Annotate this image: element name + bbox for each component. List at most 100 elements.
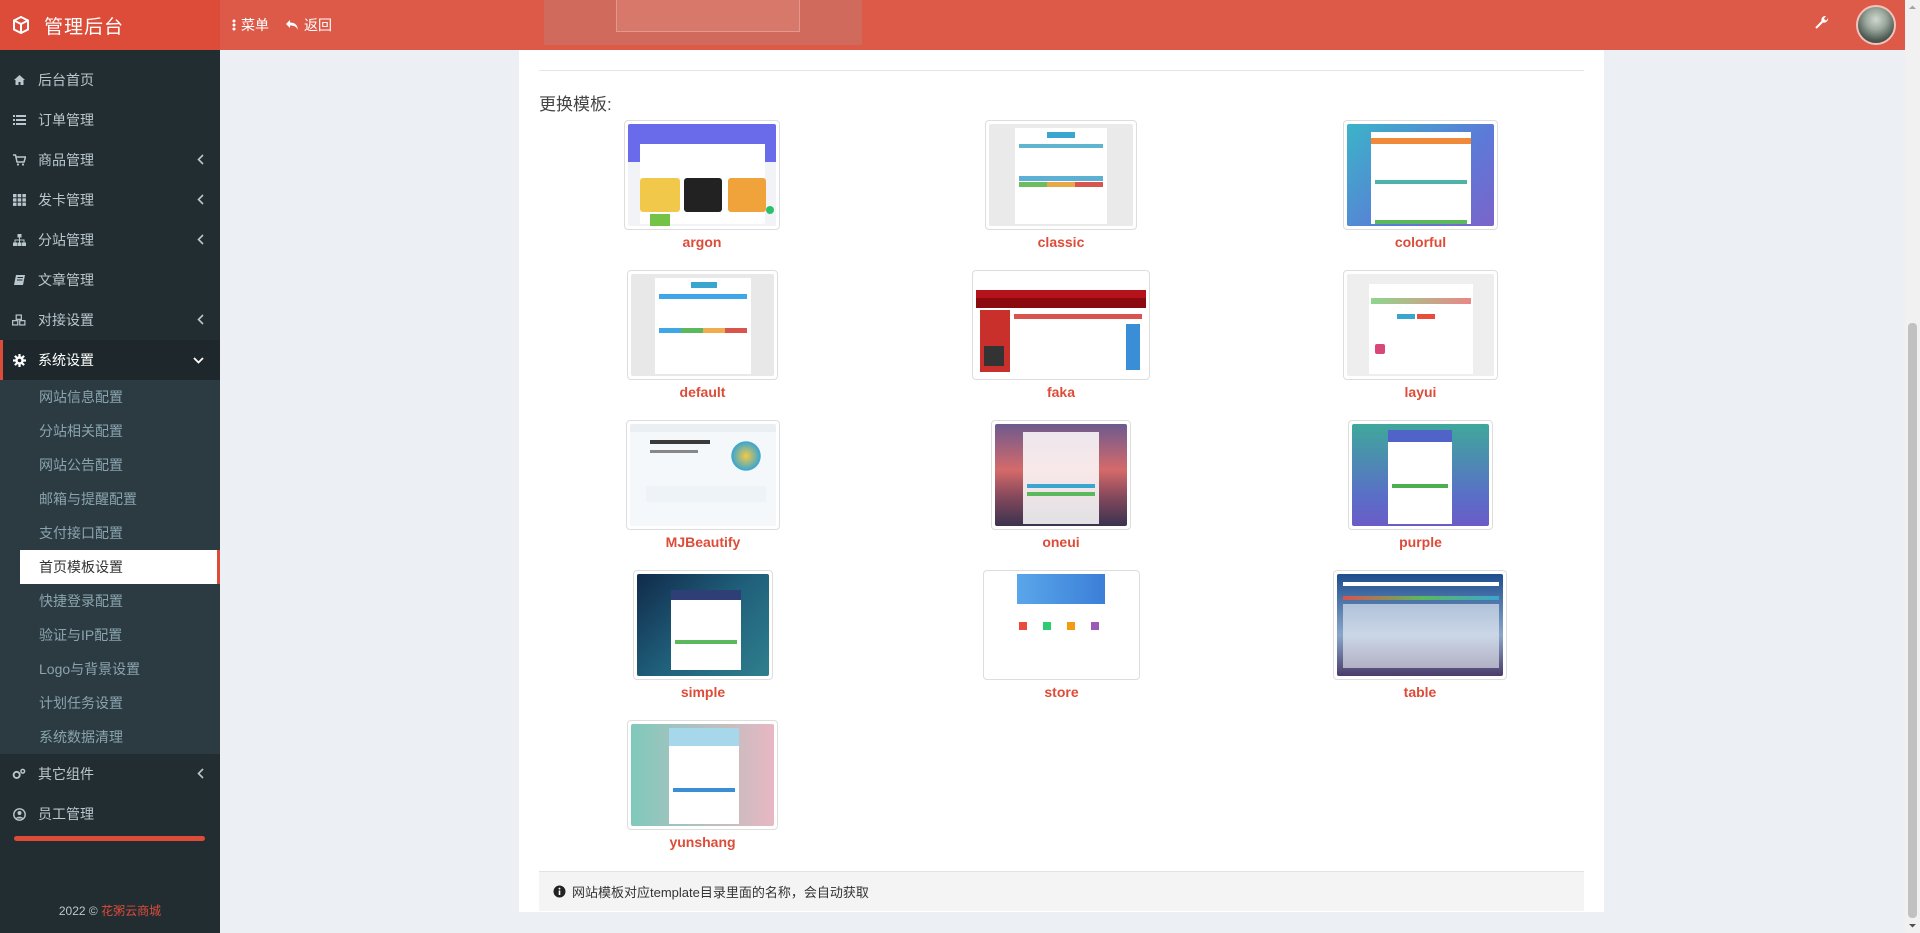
template-thumbnail[interactable] <box>1343 270 1498 380</box>
content-preview-box <box>616 0 800 32</box>
sidebar-item-label: 分站管理 <box>38 232 94 248</box>
sidebar: 后台首页 订单管理 商品管理 发卡管理 分站管理 文章管理 对接设置 系统设置 … <box>0 50 220 933</box>
template-thumbnail[interactable] <box>633 570 773 680</box>
brand-logo[interactable]: 管理后台 <box>0 0 220 50</box>
sidebar-item-label: 其它组件 <box>38 766 94 782</box>
avatar[interactable] <box>1856 5 1896 45</box>
system-settings-submenu: 网站信息配置 分站相关配置 网站公告配置 邮箱与提醒配置 支付接口配置 首页模板… <box>0 380 220 754</box>
template-name[interactable]: classic <box>985 234 1137 250</box>
submenu-item-quick-login[interactable]: 快捷登录配置 <box>20 584 220 618</box>
submenu-item-announcement[interactable]: 网站公告配置 <box>20 448 220 482</box>
template-colorful[interactable]: colorful <box>1343 120 1498 250</box>
template-default[interactable]: default <box>627 270 778 400</box>
template-yunshang[interactable]: yunshang <box>627 720 778 850</box>
template-name[interactable]: oneui <box>991 534 1131 550</box>
template-simple[interactable]: simple <box>633 570 773 700</box>
sidebar-item-label: 文章管理 <box>38 272 94 288</box>
template-thumbnail[interactable] <box>1348 420 1493 530</box>
template-name[interactable]: MJBeautify <box>626 534 780 550</box>
chevron-left-icon <box>197 314 204 325</box>
template-classic[interactable]: classic <box>985 120 1137 250</box>
template-thumbnail[interactable] <box>624 120 780 230</box>
submenu-item-data-cleanup[interactable]: 系统数据清理 <box>20 720 220 754</box>
sidebar-item-label: 后台首页 <box>38 72 94 88</box>
wrench-icon[interactable] <box>1814 15 1830 31</box>
sidebar-item-label: 系统设置 <box>38 352 94 368</box>
sidebar-item-staff[interactable]: 员工管理 <box>0 794 220 834</box>
sidebar-item-other-components[interactable]: 其它组件 <box>0 754 220 794</box>
sidebar-item-system-settings[interactable]: 系统设置 <box>0 340 220 380</box>
cart-icon <box>12 153 26 167</box>
template-mjbeautify[interactable]: MJBeautify <box>626 420 780 550</box>
template-name[interactable]: faka <box>972 384 1150 400</box>
submenu-item-site-info[interactable]: 网站信息配置 <box>20 380 220 414</box>
template-thumbnail[interactable] <box>627 270 778 380</box>
template-thumbnail[interactable] <box>1333 570 1507 680</box>
sidebar-item-label: 订单管理 <box>38 112 94 128</box>
template-name[interactable]: table <box>1333 684 1507 700</box>
template-thumbnail[interactable] <box>627 720 778 830</box>
chevron-left-icon <box>197 768 204 779</box>
cogs-icon <box>12 767 26 781</box>
sidebar-item-products[interactable]: 商品管理 <box>0 140 220 180</box>
book-icon <box>12 273 26 287</box>
template-store[interactable]: store <box>983 570 1140 700</box>
sidebar-footer: 2022 © 花粥云商城 <box>0 902 220 919</box>
submenu-item-scheduled-tasks[interactable]: 计划任务设置 <box>20 686 220 720</box>
template-name[interactable]: default <box>627 384 778 400</box>
section-title: 更换模板: <box>539 95 612 114</box>
template-table[interactable]: table <box>1333 570 1507 700</box>
template-layui[interactable]: layui <box>1343 270 1498 400</box>
template-thumbnail[interactable] <box>983 570 1140 680</box>
template-thumbnail[interactable] <box>972 270 1150 380</box>
menu-toggle-button[interactable]: 菜单 <box>232 15 269 35</box>
sidebar-progress-bar <box>14 836 205 841</box>
scroll-up-icon[interactable] <box>1908 3 1917 12</box>
sidebar-item-label: 员工管理 <box>38 806 94 822</box>
template-purple[interactable]: purple <box>1348 420 1493 550</box>
submenu-item-homepage-template[interactable]: 首页模板设置 <box>20 550 220 584</box>
template-oneui[interactable]: oneui <box>991 420 1131 550</box>
sidebar-item-label: 发卡管理 <box>38 192 94 208</box>
sidebar-item-orders[interactable]: 订单管理 <box>0 100 220 140</box>
sidebar-item-articles[interactable]: 文章管理 <box>0 260 220 300</box>
scrollbar-thumb[interactable] <box>1908 323 1917 918</box>
sidebar-item-cards[interactable]: 发卡管理 <box>0 180 220 220</box>
sidebar-item-docking[interactable]: 对接设置 <box>0 300 220 340</box>
template-name[interactable]: simple <box>633 684 773 700</box>
footer-copyright: 2022 © <box>58 904 98 918</box>
submenu-item-verification-ip[interactable]: 验证与IP配置 <box>20 618 220 652</box>
gear-icon <box>12 353 26 367</box>
template-name[interactable]: argon <box>624 234 780 250</box>
grid-icon <box>12 193 26 207</box>
footer-link[interactable]: 花粥云商城 <box>101 904 161 918</box>
page-scrollbar[interactable] <box>1905 0 1920 933</box>
home-icon <box>12 73 26 87</box>
template-thumbnail[interactable] <box>985 120 1137 230</box>
template-name[interactable]: layui <box>1343 384 1498 400</box>
submenu-item-substation-config[interactable]: 分站相关配置 <box>20 414 220 448</box>
submenu-item-payment[interactable]: 支付接口配置 <box>20 516 220 550</box>
template-argon[interactable]: argon <box>624 120 780 250</box>
template-name[interactable]: yunshang <box>627 834 778 850</box>
help-note: 网站模板对应template目录里面的名称，会自动获取 <box>539 871 1584 911</box>
submenu-item-logo-background[interactable]: Logo与背景设置 <box>20 652 220 686</box>
sidebar-item-label: 对接设置 <box>38 312 94 328</box>
template-name[interactable]: colorful <box>1343 234 1498 250</box>
template-thumbnail[interactable] <box>626 420 780 530</box>
template-faka[interactable]: faka <box>972 270 1150 400</box>
template-thumbnail[interactable] <box>1343 120 1498 230</box>
template-name[interactable]: purple <box>1348 534 1493 550</box>
sidebar-item-home[interactable]: 后台首页 <box>0 60 220 100</box>
back-button[interactable]: 返回 <box>285 15 332 35</box>
chevron-left-icon <box>197 154 204 165</box>
template-thumbnail[interactable] <box>991 420 1131 530</box>
sidebar-item-substations[interactable]: 分站管理 <box>0 220 220 260</box>
cubes-icon <box>12 313 26 327</box>
chevron-down-icon <box>193 357 204 364</box>
submenu-item-email-alerts[interactable]: 邮箱与提醒配置 <box>20 482 220 516</box>
scroll-down-icon[interactable] <box>1908 921 1917 930</box>
template-name[interactable]: store <box>983 684 1140 700</box>
chevron-left-icon <box>197 234 204 245</box>
back-label: 返回 <box>304 17 332 33</box>
